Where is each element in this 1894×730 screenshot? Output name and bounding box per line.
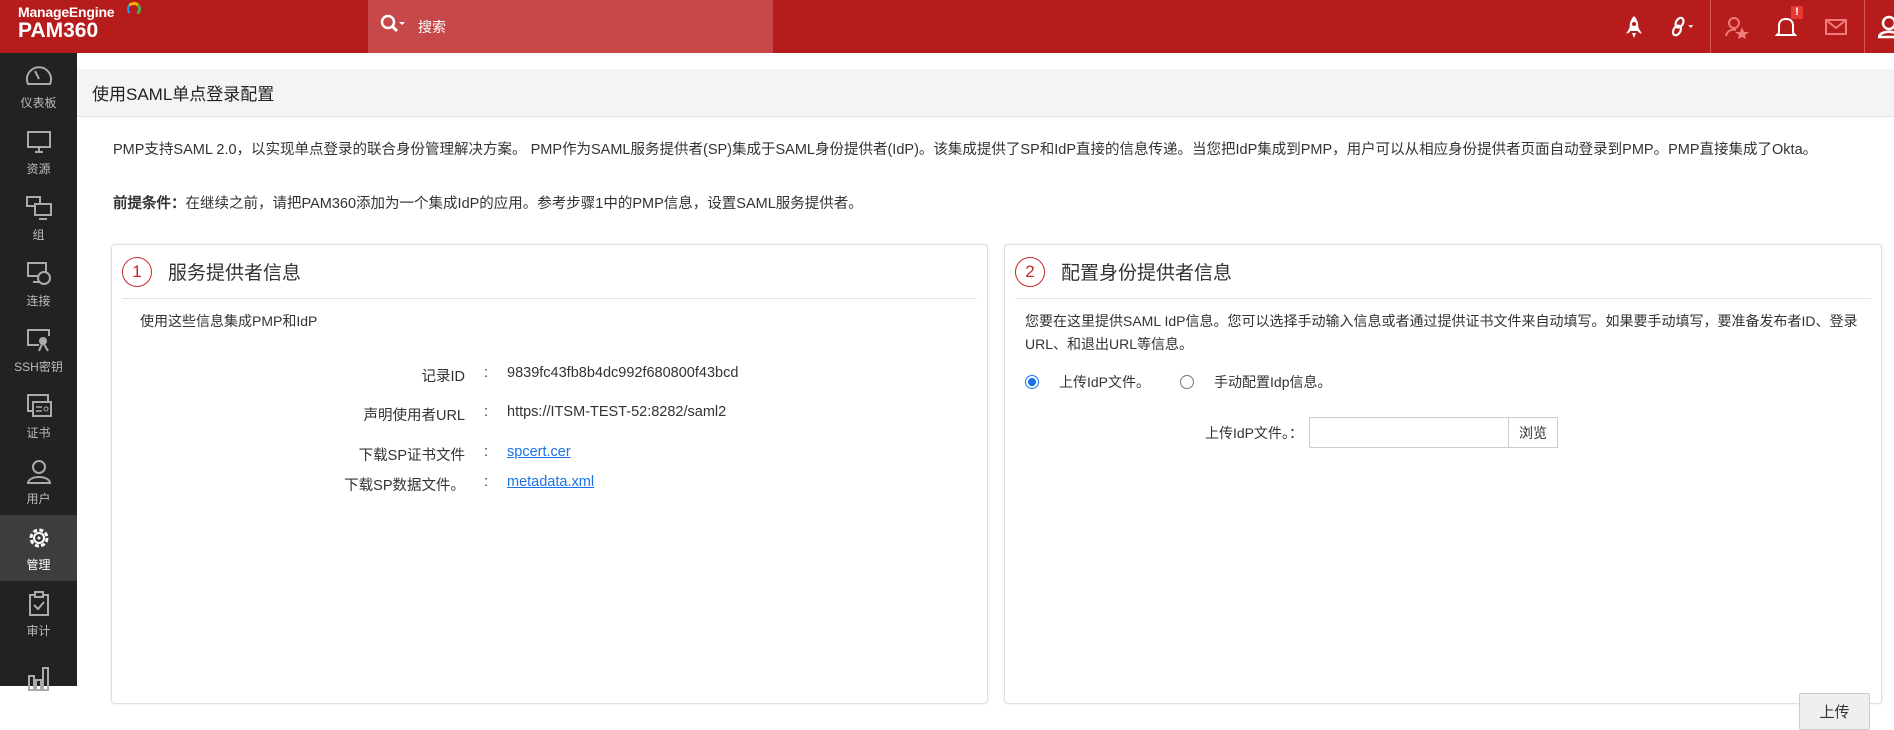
sidebar-item-dashboard[interactable]: 仪表板 <box>0 53 77 119</box>
manual-config-radio-label[interactable]: 手动配置Idp信息。 <box>1214 372 1331 392</box>
header-divider <box>1864 0 1865 53</box>
idp-file-input[interactable] <box>1309 417 1510 448</box>
upload-idp-label: 上传IdP文件。： <box>1205 424 1304 441</box>
sp-metadata-row: 下载SP数据文件。: metadata.xml <box>112 474 987 495</box>
field-label: 记录ID <box>421 369 466 385</box>
certificate-icon <box>26 393 52 417</box>
header-divider <box>1710 0 1711 53</box>
step-number: 1 <box>122 256 152 287</box>
rocket-icon[interactable] <box>1621 14 1647 40</box>
sidebar-item-users[interactable]: 用户 <box>0 449 77 515</box>
sidebar-item-label: 用户 <box>26 491 51 506</box>
service-provider-panel: 1 服务提供者信息 使用这些信息集成PMP和IdP 记录ID: 9839fc43f… <box>111 244 988 704</box>
sidebar-item-label: 资源 <box>26 161 51 176</box>
search-input[interactable]: 搜索 <box>418 17 446 37</box>
sp-cert-row: 下载SP证书文件: spcert.cer <box>112 444 987 465</box>
upload-button[interactable]: 上传 <box>1799 693 1870 730</box>
sidebar-item-admin[interactable]: 管理 <box>0 515 77 581</box>
prerequisite-label: 前提条件： <box>113 196 186 212</box>
ssh-key-icon <box>26 328 50 351</box>
user-icon <box>26 459 51 484</box>
search-icon[interactable] <box>380 14 406 39</box>
user-profile-icon[interactable] <box>1876 14 1894 40</box>
browse-button[interactable]: 浏览 <box>1509 417 1559 448</box>
notification-badge: ! <box>1791 6 1803 19</box>
panel-subtitle: 使用这些信息集成PMP和IdP <box>140 313 318 329</box>
sp-cert-download-link[interactable]: spcert.cer <box>507 444 571 465</box>
sidebar-item-certificates[interactable]: 证书 <box>0 383 77 449</box>
monitor-icon <box>26 130 51 153</box>
group-icon <box>25 195 52 220</box>
colon: : <box>483 444 489 460</box>
sidebar-item-label: 审计 <box>26 623 51 638</box>
colon: : <box>483 404 489 420</box>
field-label: 下载SP数据文件。 <box>344 478 465 494</box>
step-number: 2 <box>1015 256 1045 287</box>
bell-icon[interactable]: ! <box>1773 6 1803 40</box>
colon: : <box>483 365 489 381</box>
reports-icon <box>27 667 49 691</box>
panel-title: 配置身份提供者信息 <box>1061 263 1233 284</box>
sidebar-item-audit[interactable]: 审计 <box>0 581 77 647</box>
user-star-icon[interactable] <box>1724 14 1750 40</box>
sidebar-item-ssh-keys[interactable]: SSH密钥 <box>0 317 77 383</box>
field-label: 下载SP证书文件 <box>358 448 465 464</box>
audit-icon <box>28 590 49 616</box>
panel-header: 2 配置身份提供者信息 <box>1015 245 1871 299</box>
dashboard-icon <box>25 65 52 85</box>
mail-icon[interactable] <box>1823 14 1849 40</box>
upload-idp-radio-label[interactable]: 上传IdP文件。 <box>1059 372 1150 392</box>
config-mode-radios: 上传IdP文件。 手动配置Idp信息。 <box>1025 372 1331 392</box>
connection-icon <box>26 261 51 285</box>
manual-config-radio[interactable] <box>1180 375 1195 389</box>
top-header: ManageEngine PAM360 搜索 ! <box>0 0 1894 53</box>
prerequisite-body: 在继续之前，请把PAM360添加为一个集成IdP的应用。参考步骤1中的PMP信息… <box>185 196 863 212</box>
intro-text: PMP支持SAML 2.0，以实现单点登录的联合身份管理解决方案。 PMP作为S… <box>113 142 1818 158</box>
upload-idp-radio[interactable] <box>1025 375 1039 389</box>
sidebar-item-resources[interactable]: 资源 <box>0 119 77 185</box>
record-id-row: 记录ID: 9839fc43fb8b4dc992f680800f43bcd <box>112 365 987 386</box>
link-icon[interactable] <box>1670 14 1696 40</box>
gear-icon <box>29 528 48 547</box>
panel-title: 服务提供者信息 <box>168 263 302 284</box>
panel-header: 1 服务提供者信息 <box>122 245 977 299</box>
sidebar-item-label: 仪表板 <box>20 95 57 110</box>
sidebar-item-connections[interactable]: 连接 <box>0 251 77 317</box>
sidebar-item-label: 组 <box>32 227 45 242</box>
search-bar[interactable]: 搜索 <box>368 0 773 53</box>
record-id-value: 9839fc43fb8b4dc992f680800f43bcd <box>507 365 739 381</box>
logo-arc-icon <box>127 2 141 16</box>
acs-url-value: https://ITSM-TEST-52:8282/saml2 <box>507 404 727 420</box>
prerequisite-text: 前提条件：在继续之前，请把PAM360添加为一个集成IdP的应用。参考步骤1中的… <box>113 192 863 213</box>
field-label: 声明使用者URL <box>363 408 465 424</box>
sp-metadata-download-link[interactable]: metadata.xml <box>507 474 594 495</box>
page-title: 使用SAML单点登录配置 <box>77 69 1894 117</box>
colon: : <box>483 474 489 490</box>
upload-idp-row: 上传IdP文件。： 浏览 <box>1205 417 1559 448</box>
sidebar-item-label: 管理 <box>26 557 51 572</box>
sidebar: 仪表板 资源 组 连接 SSH密钥 证书 用户 管理 审计 <box>0 53 77 691</box>
sidebar-item-label: SSH密钥 <box>14 359 63 374</box>
sidebar-item-label: 证书 <box>26 425 51 440</box>
sidebar-item-groups[interactable]: 组 <box>0 185 77 251</box>
acs-url-row: 声明使用者URL: https://ITSM-TEST-52:8282/saml2 <box>112 404 987 425</box>
sidebar-item-label: 连接 <box>26 293 51 308</box>
sidebar-item-reports[interactable] <box>0 647 77 713</box>
product-name: PAM360 <box>18 19 99 42</box>
logo[interactable]: ManageEngine PAM360 <box>18 2 141 42</box>
brand-name: ManageEngine <box>18 4 115 20</box>
identity-provider-panel: 2 配置身份提供者信息 您要在这里提供SAML IdP信息。您可以选择手动输入信… <box>1004 244 1882 730</box>
main-content: 使用SAML单点登录配置 PMP支持SAML 2.0，以实现单点登录的联合身份管… <box>77 53 1894 730</box>
panel-description: 您要在这里提供SAML IdP信息。您可以选择手动输入信息或者通过提供证书文件来… <box>1025 313 1858 352</box>
